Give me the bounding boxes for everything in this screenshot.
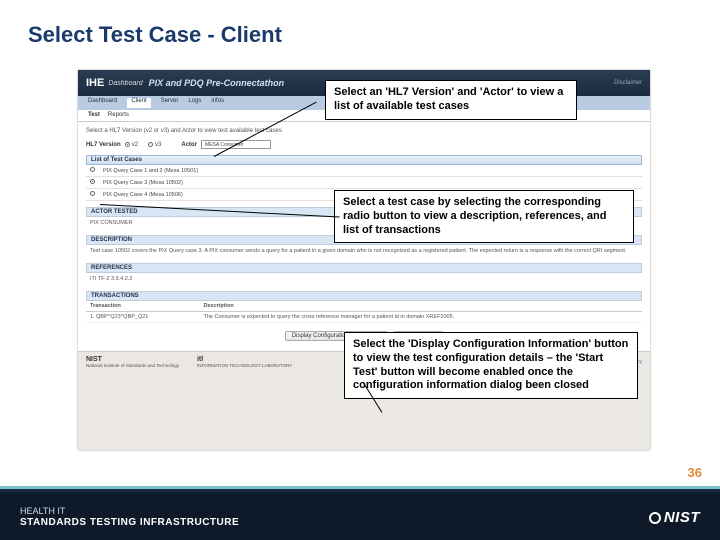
nist-footer-logo: NISTNational Institute of Standards and … [86, 356, 179, 368]
tab-server[interactable]: Server [161, 98, 179, 108]
hl7-v3-radio[interactable] [148, 142, 153, 147]
ihe-logo: IHE [86, 77, 104, 89]
transactions-table: TransactionDescription 1. QBP^Q23^QBP_Q2… [86, 301, 642, 323]
slide-footer: HEALTH IT STANDARDS TESTING INFRASTRUCTU… [0, 486, 720, 540]
callout-2: Select a test case by selecting the corr… [334, 190, 634, 243]
case-radio[interactable] [90, 191, 95, 196]
trans-col-description: Description [200, 301, 643, 312]
table-row[interactable]: PIX Query Case 1 and 2 (Mesa 10501) [86, 165, 642, 177]
trans-desc: The Consumer is expected to query the cr… [200, 312, 643, 323]
case-label: PIX Query Case 3 (Mesa 10502) [99, 177, 642, 189]
hl7-v2-radio[interactable] [125, 142, 130, 147]
subtab-test[interactable]: Test [88, 112, 100, 119]
callout-3: Select the 'Display Configuration Inform… [344, 332, 638, 399]
dashboard-label: Dashboard [108, 80, 142, 87]
description-body: Test case 10502 covers the PIX Query cas… [86, 245, 642, 257]
footer-left: HEALTH IT STANDARDS TESTING INFRASTRUCTU… [20, 507, 239, 528]
hl7-version-label: HL7 Version [86, 142, 121, 148]
panel-hint: Select a HL7 Version (v2 or v3) and Acto… [86, 128, 642, 134]
itl-footer-logo: itlINFORMATION TECHNOLOGY LABORATORY [197, 356, 292, 368]
nist-logo: NIST [649, 509, 700, 526]
tab-infos[interactable]: infos [211, 98, 224, 108]
transactions-header: TRANSACTIONS [86, 291, 642, 301]
references-header: REFERENCES [86, 263, 642, 273]
case-radio[interactable] [90, 167, 95, 172]
subtab-reports[interactable]: Reports [108, 112, 129, 119]
references-body: ITI TF-2 3.9.4.2.2 [86, 273, 642, 285]
page-number: 36 [688, 465, 702, 480]
case-label: PIX Query Case 1 and 2 (Mesa 10501) [99, 165, 642, 177]
trans-col-transaction: Transaction [86, 301, 200, 312]
banner-subtitle: PIX and PDQ Pre-Connectathon [149, 78, 285, 88]
actor-label: Actor [181, 142, 197, 148]
tab-dashboard[interactable]: Dashboard [88, 98, 117, 108]
callout-1: Select an 'HL7 Version' and 'Actor' to v… [325, 80, 577, 120]
hl7-v2-text: v2 [132, 142, 138, 148]
list-header: List of Test Cases [86, 155, 642, 165]
table-row: 1. QBP^Q23^QBP_Q21The Consumer is expect… [86, 312, 642, 323]
table-row[interactable]: PIX Query Case 3 (Mesa 10502) [86, 177, 642, 189]
filter-row: HL7 Version v2 v3 Actor MESA Consumer [86, 140, 642, 149]
trans-name: 1. QBP^Q23^QBP_Q21 [86, 312, 200, 323]
tab-client[interactable]: Client [127, 98, 150, 108]
tab-logs[interactable]: Logs [188, 98, 201, 108]
hl7-v3-text: v3 [155, 142, 161, 148]
disclaimer-link[interactable]: Disclaimer [614, 80, 642, 86]
slide-title: Select Test Case - Client [0, 0, 720, 48]
case-radio[interactable] [90, 179, 95, 184]
